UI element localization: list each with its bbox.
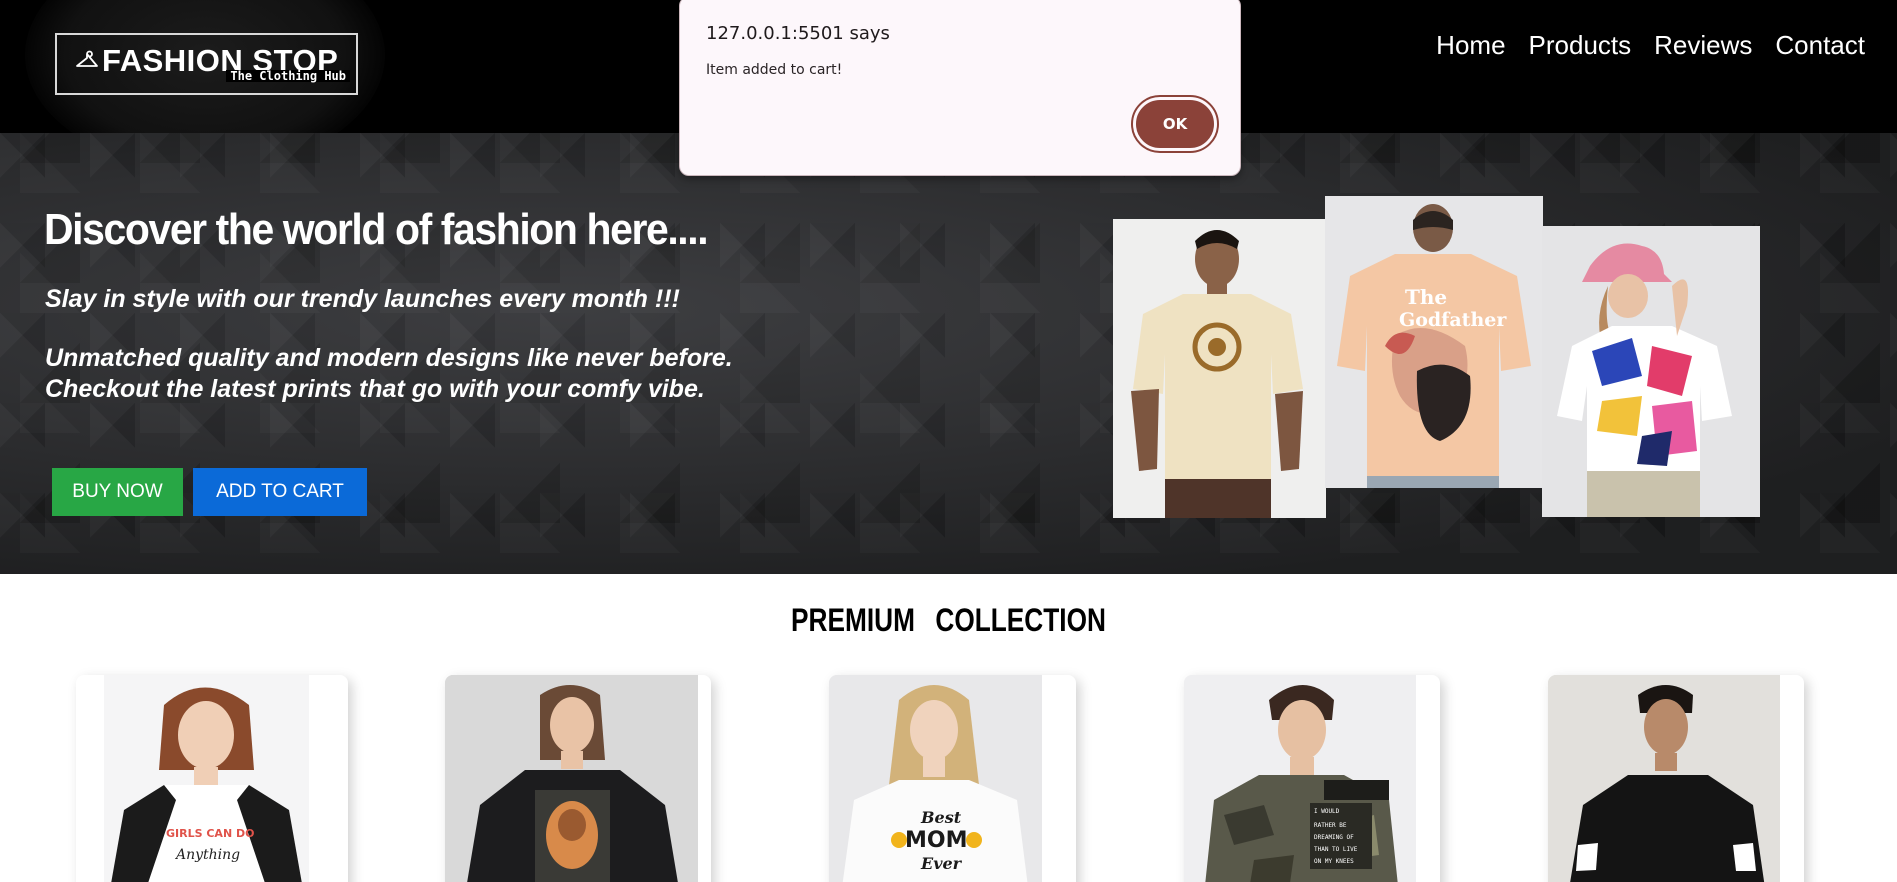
product-print-line: DREAMING OF [1314, 834, 1354, 841]
main-nav: Home Products Reviews Contact [1436, 30, 1865, 61]
collection-title: PREMIUM COLLECTION [791, 602, 1106, 638]
hanger-icon [76, 50, 98, 67]
hero-section: Discover the world of fashion here.... S… [0, 133, 1897, 574]
product-print-line: ON MY KNEES [1314, 858, 1354, 865]
dialog-title: 127.0.0.1:5501 says [706, 23, 890, 44]
product-card[interactable] [1548, 675, 1804, 882]
add-to-cart-button[interactable]: ADD TO CART [193, 468, 367, 516]
product-card[interactable] [445, 675, 711, 882]
logo-subtitle: The Clothing Hub [226, 70, 350, 82]
product-card[interactable]: GIRLS CAN DO Anything [76, 675, 348, 882]
hero-title: Discover the world of fashion here.... [44, 205, 709, 254]
page: FASHION STOP The Clothing Hub Home Produ… [0, 0, 1897, 882]
godfather-print-top: The [1405, 285, 1447, 309]
hero-image-beige-tee [1113, 219, 1326, 518]
product-print-line: MOM [905, 828, 968, 853]
nav-reviews[interactable]: Reviews [1654, 30, 1752, 61]
product-image [445, 675, 698, 882]
product-image: Best MOM Ever [829, 675, 1042, 882]
dialog-message: Item added to cart! [706, 62, 843, 78]
hero-image-colorful-tee [1542, 226, 1760, 517]
nav-products[interactable]: Products [1529, 30, 1632, 61]
product-print-line: Best [920, 808, 962, 827]
dialog-ok-button[interactable]: OK [1131, 95, 1219, 153]
nav-contact[interactable]: Contact [1775, 30, 1865, 61]
buy-now-button[interactable]: BUY NOW [52, 468, 183, 516]
product-print-line: I WOULD [1314, 808, 1340, 815]
product-print-line: Anything [174, 847, 240, 863]
product-card[interactable]: Best MOM Ever [829, 675, 1076, 882]
product-image: I WOULD RATHER BE DREAMING OF THAN TO LI… [1184, 675, 1416, 882]
product-image [1548, 675, 1780, 882]
product-print-line: THAN TO LIVE [1314, 846, 1358, 853]
product-image: GIRLS CAN DO Anything [104, 675, 309, 882]
hero-description: Unmatched quality and modern designs lik… [45, 344, 733, 403]
logo[interactable]: FASHION STOP The Clothing Hub [55, 33, 358, 95]
hero-tagline: Slay in style with our trendy launches e… [45, 285, 680, 313]
product-print-line: RATHER BE [1314, 822, 1347, 829]
product-card[interactable]: I WOULD RATHER BE DREAMING OF THAN TO LI… [1184, 675, 1440, 882]
product-print-line: GIRLS CAN DO [166, 827, 254, 840]
godfather-print-title: Godfather [1399, 309, 1507, 331]
hero-image-godfather-tee: The Godfather [1325, 196, 1543, 488]
alert-dialog: 127.0.0.1:5501 says Item added to cart! … [679, 0, 1241, 176]
product-print-line: Ever [920, 854, 963, 873]
nav-home[interactable]: Home [1436, 30, 1505, 61]
